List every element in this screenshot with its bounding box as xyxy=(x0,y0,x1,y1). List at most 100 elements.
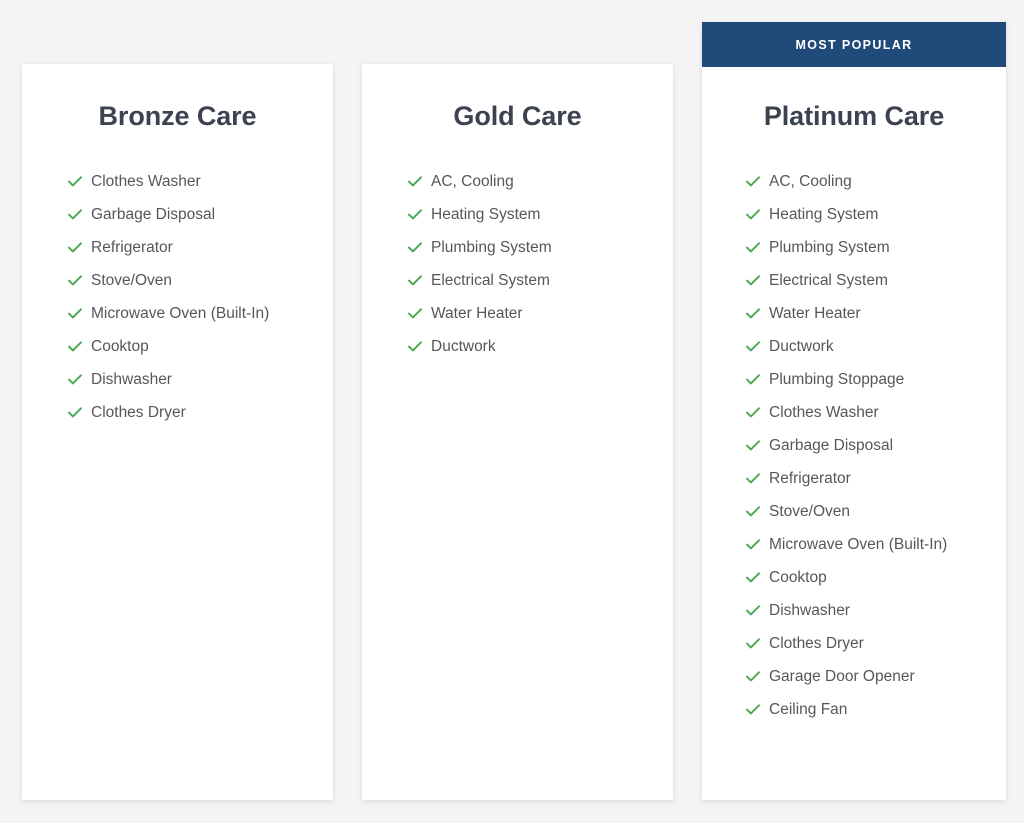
feature-label: Plumbing System xyxy=(431,238,552,257)
plan-card-bronze[interactable]: Bronze Care Clothes WasherGarbage Dispos… xyxy=(22,64,333,800)
check-icon xyxy=(68,238,82,257)
plan-card-body-gold: Gold Care AC, CoolingHeating System Plumb… xyxy=(362,64,673,370)
feature-label: Garage Door Opener xyxy=(769,667,915,686)
feature-item: Dishwasher xyxy=(746,601,1006,634)
check-icon xyxy=(746,535,760,554)
feature-label: Refrigerator xyxy=(769,469,851,488)
feature-item: Ceiling Fan xyxy=(746,700,1006,733)
feature-label: Plumbing Stoppage xyxy=(769,370,904,389)
feature-item: Heating System xyxy=(408,205,673,238)
check-icon xyxy=(68,172,82,191)
feature-label: Dishwasher xyxy=(769,601,850,620)
feature-item: Ductwork xyxy=(408,337,673,370)
feature-label: Stove/Oven xyxy=(91,271,172,290)
feature-item: Plumbing System xyxy=(746,238,1006,271)
check-icon xyxy=(68,205,82,224)
plan-title-bronze: Bronze Care xyxy=(22,100,333,132)
check-icon xyxy=(746,436,760,455)
feature-item: Garage Door Opener xyxy=(746,667,1006,700)
feature-label: Ceiling Fan xyxy=(769,700,847,719)
feature-item: Microwave Oven (Built-In) xyxy=(746,535,1006,568)
check-icon xyxy=(408,172,422,191)
check-icon xyxy=(746,271,760,290)
check-icon xyxy=(746,205,760,224)
plan-title-gold: Gold Care xyxy=(362,100,673,132)
check-icon xyxy=(746,634,760,653)
check-icon xyxy=(746,238,760,257)
most-popular-banner: MOST POPULAR xyxy=(702,22,1006,67)
feature-label: Clothes Washer xyxy=(769,403,879,422)
feature-label: Microwave Oven (Built-In) xyxy=(769,535,947,554)
feature-item: Cooktop xyxy=(68,337,333,370)
check-icon xyxy=(68,370,82,389)
feature-item: Garbage Disposal xyxy=(746,436,1006,469)
feature-list-bronze: Clothes WasherGarbage Disposal Refrigerat… xyxy=(22,172,333,436)
feature-label: Plumbing System xyxy=(769,238,890,257)
feature-label: Cooktop xyxy=(769,568,827,587)
feature-label: Dishwasher xyxy=(91,370,172,389)
feature-item: Clothes Washer xyxy=(746,403,1006,436)
feature-item: AC, Cooling xyxy=(408,172,673,205)
feature-item: Water Heater xyxy=(408,304,673,337)
check-icon xyxy=(746,700,760,719)
feature-label: Garbage Disposal xyxy=(769,436,893,455)
feature-label: Water Heater xyxy=(431,304,523,323)
feature-item: Electrical System xyxy=(746,271,1006,304)
feature-label: Clothes Dryer xyxy=(769,634,864,653)
plan-title-platinum: Platinum Care xyxy=(702,100,1006,132)
feature-item: Clothes Dryer xyxy=(746,634,1006,667)
plan-card-body-bronze: Bronze Care Clothes WasherGarbage Dispos… xyxy=(22,64,333,436)
feature-label: Heating System xyxy=(431,205,540,224)
check-icon xyxy=(746,601,760,620)
check-icon xyxy=(408,271,422,290)
feature-label: Microwave Oven (Built-In) xyxy=(91,304,269,323)
check-icon xyxy=(746,667,760,686)
feature-item: Cooktop xyxy=(746,568,1006,601)
feature-label: AC, Cooling xyxy=(769,172,852,191)
check-icon xyxy=(746,337,760,356)
feature-item: Heating System xyxy=(746,205,1006,238)
check-icon xyxy=(68,271,82,290)
most-popular-label: MOST POPULAR xyxy=(796,38,913,52)
feature-item: Clothes Washer xyxy=(68,172,333,205)
feature-label: Electrical System xyxy=(431,271,550,290)
feature-item: Ductwork xyxy=(746,337,1006,370)
feature-item: AC, Cooling xyxy=(746,172,1006,205)
feature-list-platinum: AC, Cooling Heating System Plumbing System… xyxy=(702,172,1006,733)
feature-item: Refrigerator xyxy=(68,238,333,271)
plan-card-gold[interactable]: Gold Care AC, CoolingHeating System Plumb… xyxy=(362,64,673,800)
feature-label: Electrical System xyxy=(769,271,888,290)
feature-item: Refrigerator xyxy=(746,469,1006,502)
feature-item: Dishwasher xyxy=(68,370,333,403)
feature-item: Microwave Oven (Built-In) xyxy=(68,304,333,337)
feature-label: Garbage Disposal xyxy=(91,205,215,224)
feature-item: Clothes Dryer xyxy=(68,403,333,436)
check-icon xyxy=(746,403,760,422)
feature-label: Water Heater xyxy=(769,304,861,323)
feature-item: Plumbing Stoppage xyxy=(746,370,1006,403)
feature-label: Stove/Oven xyxy=(769,502,850,521)
check-icon xyxy=(746,370,760,389)
check-icon xyxy=(68,403,82,422)
feature-label: Heating System xyxy=(769,205,878,224)
check-icon xyxy=(408,205,422,224)
check-icon xyxy=(746,304,760,323)
feature-item: Water Heater xyxy=(746,304,1006,337)
check-icon xyxy=(68,304,82,323)
check-icon xyxy=(408,337,422,356)
feature-label: Ductwork xyxy=(431,337,496,356)
pricing-plans-board: Bronze Care Clothes WasherGarbage Dispos… xyxy=(0,0,1024,823)
check-icon xyxy=(746,469,760,488)
plan-card-platinum[interactable]: MOST POPULAR Platinum Care AC, Cooling He… xyxy=(702,22,1006,800)
check-icon xyxy=(746,172,760,191)
feature-label: Ductwork xyxy=(769,337,834,356)
check-icon xyxy=(408,304,422,323)
feature-label: Cooktop xyxy=(91,337,149,356)
check-icon xyxy=(746,568,760,587)
plan-card-body-platinum: Platinum Care AC, Cooling Heating System P… xyxy=(702,67,1006,733)
check-icon xyxy=(746,502,760,521)
feature-item: Electrical System xyxy=(408,271,673,304)
feature-item: Garbage Disposal xyxy=(68,205,333,238)
feature-item: Stove/Oven xyxy=(68,271,333,304)
check-icon xyxy=(408,238,422,257)
